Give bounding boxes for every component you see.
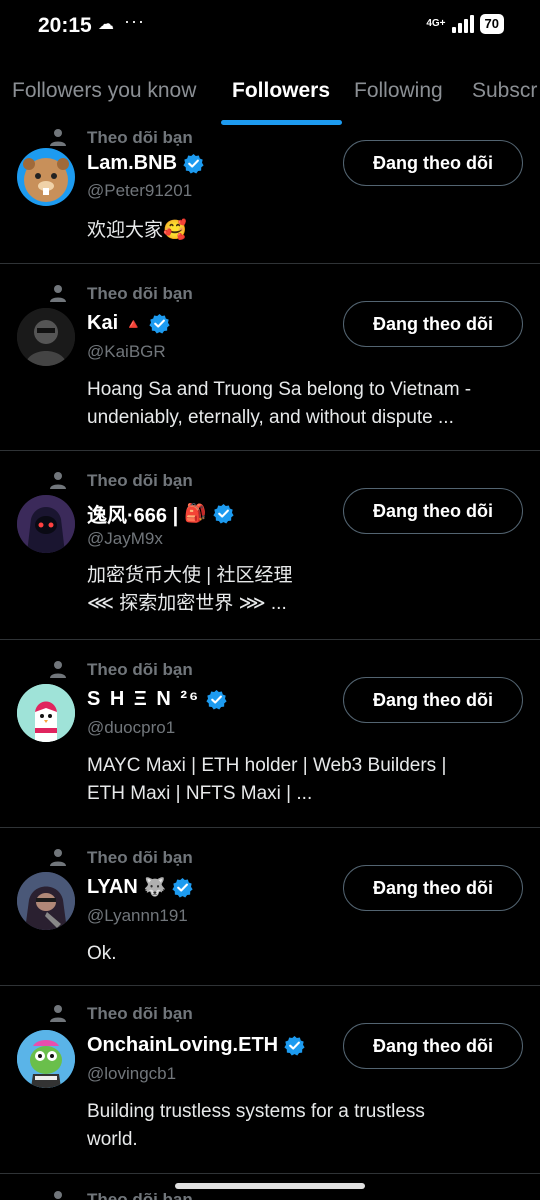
verified-badge-icon: [183, 153, 204, 174]
wolf-icon: 🐺: [143, 877, 167, 897]
following-button[interactable]: Đang theo dõi: [343, 677, 523, 723]
tab-followers[interactable]: Followers: [232, 79, 330, 103]
signal-icon: [451, 15, 474, 33]
person-icon: [54, 1191, 62, 1199]
avatar[interactable]: [17, 148, 75, 206]
list-item[interactable]: Theo dõi bạn LYAN 🐺 @Lyannn191 Ok. Đang …: [0, 828, 540, 986]
user-handle: @JayM9x: [87, 529, 163, 548]
user-handle: @duocpro1: [87, 718, 176, 737]
verified-badge-icon: [172, 877, 193, 898]
name-row: S H Ξ N ²⁶: [87, 688, 227, 711]
list-item[interactable]: Theo dõi bạn Kai 🔺 @KaiBGR Hoang Sa and …: [0, 264, 540, 451]
cloud-icon: ☁: [98, 16, 114, 33]
network-label: 4G+: [426, 18, 446, 29]
person-icon: [50, 285, 66, 302]
user-handle: @lovingcb1: [87, 1064, 177, 1083]
name-row: OnchainLoving.ETH: [87, 1034, 305, 1057]
user-bio: 加密货币大使 | 社区经理 ⋘ 探索加密世界 ⋙ ...: [87, 565, 293, 614]
following-button[interactable]: Đang theo dõi: [343, 301, 523, 347]
verified-badge-icon: [212, 503, 234, 524]
status-time: 20:15: [38, 14, 92, 37]
user-bio: 欢迎大家🥰: [87, 220, 187, 241]
verified-badge-icon: [149, 313, 170, 334]
verified-badge-icon: [284, 1035, 305, 1056]
tab-subscriptions[interactable]: Subscr: [472, 79, 537, 103]
follows-you-label: Theo dõi bạn: [87, 660, 193, 679]
avatar[interactable]: [17, 684, 75, 742]
person-icon: [50, 129, 66, 146]
status-indicators: 4G+ 70: [426, 14, 504, 34]
follows-you-row: Theo dõi bạn: [48, 1004, 193, 1024]
user-bio: Ok.: [87, 943, 117, 964]
user-name: Kai: [87, 312, 119, 334]
user-bio: MAYC Maxi | ETH holder | Web3 Builders |…: [87, 755, 447, 804]
list-item[interactable]: Theo dõi bạn S H Ξ N ²⁶ @duocpro1 MAYC M…: [0, 640, 540, 828]
person-icon: [50, 849, 66, 866]
user-name: Lam.BNB: [87, 152, 178, 174]
verified-badge-icon: [206, 689, 227, 710]
user-bio: Building trustless systems for a trustle…: [87, 1101, 425, 1150]
follows-you-row: Theo dõi bạn: [48, 1190, 193, 1200]
follows-you-row: Theo dõi bạn: [48, 471, 193, 491]
avatar[interactable]: [17, 495, 75, 553]
followers-list: Theo dõi bạn Lam.BNB @Peter91201 欢迎大家🥰 Đ…: [0, 126, 540, 1200]
avatar[interactable]: [17, 308, 75, 366]
follows-you-label: Theo dõi bạn: [87, 848, 193, 867]
follows-you-label: Theo dõi bạn: [87, 128, 193, 147]
avatar[interactable]: [17, 1030, 75, 1088]
ellipsis-icon: ···: [124, 11, 145, 31]
follows-you-label: Theo dõi bạn: [87, 284, 193, 303]
person-icon: [50, 472, 66, 489]
follows-you-label: Theo dõi bạn: [87, 1190, 193, 1200]
name-row: Lam.BNB: [87, 152, 204, 175]
following-button[interactable]: Đang theo dõi: [343, 488, 523, 534]
user-handle: @Peter91201: [87, 181, 193, 200]
tab-active-indicator: [221, 120, 342, 125]
list-item[interactable]: Theo dõi bạn 逸风·666 | 🎒 @JayM9x 加密货币大使 |…: [0, 451, 540, 640]
user-name: OnchainLoving.ETH: [87, 1034, 279, 1056]
follows-you-row: Theo dõi bạn: [48, 848, 193, 868]
tab-following[interactable]: Following: [354, 79, 443, 103]
person-icon: [50, 1005, 66, 1022]
status-bar: 20:15 ☁ ··· 4G+ 70: [0, 0, 540, 52]
backpack-icon: 🎒: [184, 503, 207, 523]
battery-icon: 70: [479, 14, 504, 34]
follows-you-row: Theo dõi bạn: [48, 660, 193, 680]
home-indicator[interactable]: [175, 1183, 365, 1189]
tab-followers-you-know[interactable]: Followers you know: [12, 79, 196, 103]
name-row: LYAN 🐺: [87, 876, 193, 899]
user-name: LYAN: [87, 876, 138, 898]
list-item[interactable]: Theo dõi bạn OnchainLoving.ETH @lovingcb…: [0, 986, 540, 1174]
tab-bar: Followers you know Followers Following S…: [0, 64, 540, 126]
user-handle: @KaiBGR: [87, 342, 166, 361]
user-name: 逸风·666 |: [87, 505, 179, 527]
follows-you-label: Theo dõi bạn: [87, 471, 193, 490]
person-icon: [50, 661, 66, 678]
red-triangle-icon: 🔺: [124, 315, 143, 333]
follows-you-label: Theo dõi bạn: [87, 1004, 193, 1023]
following-button[interactable]: Đang theo dõi: [343, 1023, 523, 1069]
name-row: 逸风·666 | 🎒: [87, 499, 234, 528]
avatar[interactable]: [17, 872, 75, 930]
follows-you-row: Theo dõi bạn: [48, 284, 193, 304]
user-bio: Hoang Sa and Truong Sa belong to Vietnam…: [87, 379, 472, 428]
following-button[interactable]: Đang theo dõi: [343, 140, 523, 186]
follows-you-row: Theo dõi bạn: [48, 128, 193, 148]
name-row: Kai 🔺: [87, 312, 170, 335]
user-name: S H Ξ N ²⁶: [87, 688, 201, 710]
user-handle: @Lyannn191: [87, 906, 188, 925]
list-item[interactable]: Theo dõi bạn Lam.BNB @Peter91201 欢迎大家🥰 Đ…: [0, 126, 540, 264]
following-button[interactable]: Đang theo dõi: [343, 865, 523, 911]
